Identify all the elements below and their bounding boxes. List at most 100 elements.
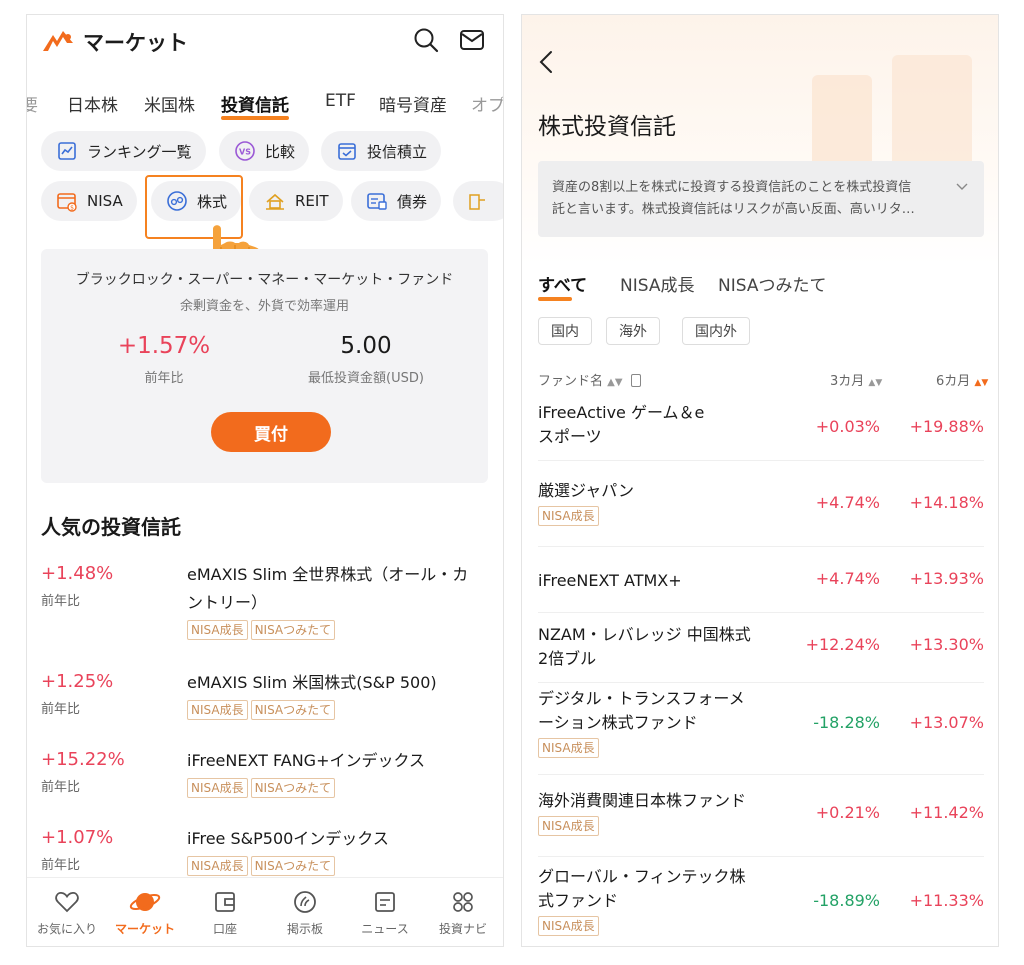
fund-name: デジタル・トランスフォーメ <box>538 689 745 708</box>
column-6m[interactable]: 6カ月 ▲▼ <box>936 370 988 389</box>
page-title: マーケット <box>83 31 188 55</box>
nav-board[interactable]: 掲示板 <box>265 888 345 937</box>
fund-row[interactable]: iFreeActive ゲーム＆e スポーツ +0.03% +19.88% <box>538 399 984 461</box>
featured-fund-card[interactable]: ブラックロック・スーパー・マネー・マーケット・ファンド 余剰資金を、外貨で効率運… <box>41 249 488 483</box>
fund-6m-return: +19.88% <box>909 417 984 436</box>
fund-row[interactable]: NZAM・レバレッジ 中国株式 2倍ブル +12.24% +13.30% <box>538 613 984 683</box>
fund-name: 海外消費関連日本株ファンド <box>538 791 747 810</box>
reit-building-icon <box>263 189 287 213</box>
svg-text:VS: VS <box>239 148 251 157</box>
ranking-label: ランキング一覧 <box>87 142 192 161</box>
wallet-icon <box>185 888 265 916</box>
reit-button[interactable]: REIT <box>249 181 343 221</box>
fund-row[interactable]: 海外消費関連日本株ファンド NISA成長 +0.21% +11.42% <box>538 775 984 857</box>
fund-row[interactable]: グローバル・フィンテック株 式ファンド NISA成長 -18.89% +11.33% <box>538 857 984 946</box>
fund-3m-return: +0.03% <box>815 417 880 436</box>
fund-name: NZAM・レバレッジ 中国株式 <box>538 625 751 644</box>
fund-6m-return: +11.42% <box>909 803 984 822</box>
fund-name: iFreeActive ゲーム＆e <box>538 403 705 422</box>
nisa-tsumitate-tag: NISAつみたて <box>250 620 336 640</box>
reit-label: REIT <box>295 192 329 210</box>
description-box[interactable]: 資産の8割以上を株式に投資する投資信託のことを株式投資信 託と言います。株式投資… <box>538 161 984 237</box>
mail-icon[interactable] <box>459 28 485 52</box>
heart-icon <box>27 888 107 916</box>
trust-saving-button[interactable]: 投信積立 <box>321 131 442 171</box>
fund-6m-return: +13.07% <box>909 713 984 732</box>
fund-row[interactable]: デジタル・トランスフォーメ ーション株式ファンド NISA成長 -18.28% +1… <box>538 683 984 775</box>
tab-overview[interactable]: 要 <box>27 91 38 116</box>
filter-overseas[interactable]: 海外 <box>606 317 660 345</box>
nav-navi[interactable]: 投資ナビ <box>423 888 503 937</box>
bond-button[interactable]: 債券 <box>351 181 442 221</box>
filter-domestic[interactable]: 国内 <box>538 317 592 345</box>
fund-3m-return: -18.28% <box>813 713 880 732</box>
nav-favorites-label: お気に入り <box>36 922 97 936</box>
tab-options[interactable]: オプ <box>471 91 503 116</box>
featured-return-label: 前年比 <box>144 371 184 386</box>
search-icon[interactable] <box>413 27 439 53</box>
buy-button[interactable]: 買付 <box>211 412 331 452</box>
popular-fund-item[interactable]: +1.48% 前年比 eMAXIS Slim 全世界株式（オール・カ ントリー）… <box>41 563 491 640</box>
fund-name-cont: 式ファンド <box>538 891 619 910</box>
tab-crypto[interactable]: 暗号資産 <box>379 91 447 116</box>
tab-nisa-growth[interactable]: NISA成長 <box>620 271 694 296</box>
tab-etf[interactable]: ETF <box>325 91 356 111</box>
popular-fund-item[interactable]: +15.22% 前年比 iFreeNEXT FANG+インデックス NISA成長… <box>41 749 491 798</box>
fund-row[interactable]: iFreeNEXT ATMX+ +4.74% +13.93% <box>538 547 984 613</box>
ranking-chart-icon <box>55 139 79 163</box>
page-title: 株式投資信託 <box>538 114 676 140</box>
nav-account-label: 口座 <box>212 922 237 936</box>
nisa-growth-tag: NISA成長 <box>187 778 248 798</box>
fund-name-cont: ーション株式ファンド <box>538 713 698 732</box>
tab-all[interactable]: すべて <box>538 271 587 301</box>
decor-block <box>892 55 972 163</box>
trust-saving-label: 投信積立 <box>367 142 428 161</box>
stock-fund-screen: 株式投資信託 資産の8割以上を株式に投資する投資信託のことを株式投資信 託と言い… <box>521 14 999 947</box>
stock-fund-button[interactable]: 株式 <box>151 181 242 221</box>
nisa-growth-tag: NISA成長 <box>538 738 599 758</box>
fund-3m-return: -18.89% <box>813 891 880 910</box>
nav-market-label: マーケット <box>114 922 175 936</box>
nav-favorites[interactable]: お気に入り <box>27 888 107 937</box>
nisa-growth-tag: NISA成長 <box>538 506 599 526</box>
fund-name: 厳選ジャパン <box>538 481 635 500</box>
featured-min-amount: 5.00 <box>340 333 392 359</box>
compare-label: 比較 <box>265 142 296 161</box>
fund-name: グローバル・フィンテック株 <box>538 867 746 886</box>
tab-investment-trust[interactable]: 投資信託 <box>221 91 289 120</box>
nisa-button[interactable]: $ NISA <box>41 181 137 221</box>
fund-3m-return: +12.24% <box>805 635 880 654</box>
more-category-button[interactable] <box>453 181 503 221</box>
ranking-button[interactable]: ランキング一覧 <box>41 131 206 171</box>
nav-board-label: 掲示板 <box>286 922 323 936</box>
back-chevron-icon[interactable] <box>538 49 554 75</box>
column-3m[interactable]: 3カ月 ▲▼ <box>830 370 882 389</box>
tab-us-stocks[interactable]: 米国株 <box>144 91 195 116</box>
fund-name-cont: スポーツ <box>538 427 602 446</box>
column-fund-name[interactable]: ファンド名 ▲▼ <box>538 370 641 389</box>
compare-button[interactable]: VS 比較 <box>219 131 310 171</box>
nav-account[interactable]: 口座 <box>185 888 265 937</box>
nisa-growth-tag: NISA成長 <box>538 816 599 836</box>
filter-both[interactable]: 国内外 <box>682 317 750 345</box>
bottom-nav: お気に入り マーケット 口座 掲示板 ニュース 投資ナビ <box>27 877 503 946</box>
fund-row[interactable]: 厳選ジャパン NISA成長 +4.74% +14.18% <box>538 461 984 547</box>
popular-fund-item[interactable]: +1.07% 前年比 iFree S&P500インデックス NISA成長 NISA… <box>41 827 491 876</box>
popular-fund-item[interactable]: +1.25% 前年比 eMAXIS Slim 米国株式(S&P 500) NIS… <box>41 671 491 720</box>
tab-japan-stocks[interactable]: 日本株 <box>67 91 118 116</box>
nav-news[interactable]: ニュース <box>345 888 425 937</box>
fund-name-cont: 2倍ブル <box>538 649 597 668</box>
tab-nisa-tsumitate[interactable]: NISAつみたて <box>718 271 826 296</box>
fund-6m-return: +13.30% <box>909 635 984 654</box>
fund-3m-return: +4.74% <box>815 569 880 588</box>
description-text-cont: 託と言います。株式投資信託はリスクが高い反面、高いリタ… <box>552 202 915 217</box>
nav-market[interactable]: マーケット <box>105 888 185 937</box>
nisa-tsumitate-tag: NISAつみたて <box>250 856 336 876</box>
expand-chevron-icon[interactable] <box>956 183 968 191</box>
nisa-label: NISA <box>87 192 123 210</box>
market-screen: マーケット 要 日本株 米国株 投資信託 ETF 暗号資産 オプ ランキング一覧… <box>26 14 504 947</box>
sort-arrows-icon: ▲▼ <box>607 377 623 388</box>
nisa-growth-tag: NISA成長 <box>538 916 599 936</box>
bond-icon <box>365 189 389 213</box>
column-fund-name-label: ファンド名 <box>538 374 604 389</box>
